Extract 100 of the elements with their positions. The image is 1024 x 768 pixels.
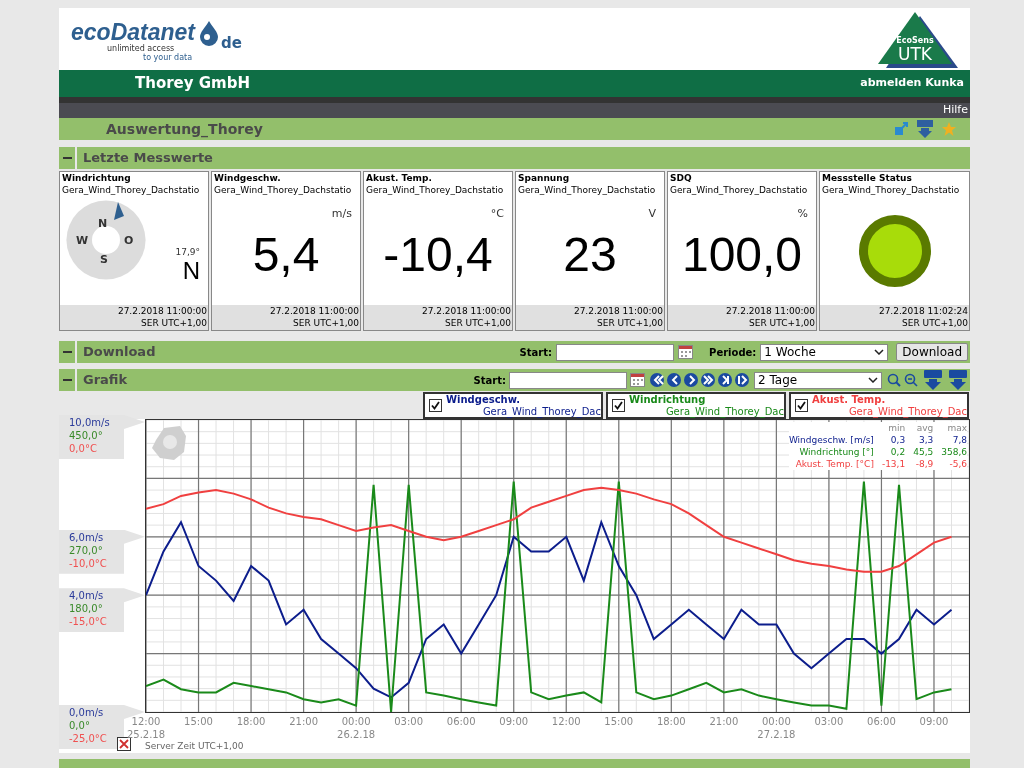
measurement-value: 23 <box>563 229 617 280</box>
start-date-field[interactable] <box>556 343 675 361</box>
checkbox[interactable] <box>612 399 625 412</box>
logo-text: ecoDatanet <box>71 20 195 44</box>
series-name: Windgeschw. <box>446 393 522 406</box>
download-button[interactable]: Download <box>896 343 968 361</box>
timestamp: 27.2.2018 11:00:00 <box>573 305 663 317</box>
timestamp: 27.2.2018 11:00:00 <box>725 305 815 317</box>
axis-label: 450,0° <box>69 429 103 442</box>
axis-label: -15,0°C <box>69 615 107 629</box>
axis-tick-label: 06:00 <box>446 716 476 728</box>
server-time-note: Server Zeit UTC+1,00 <box>145 741 244 751</box>
series-label: Windgeschw. [m/s] <box>788 434 874 446</box>
calendar-icon[interactable] <box>630 373 645 387</box>
timezone: SER UTC+1,00 <box>749 317 815 329</box>
range-dropdown[interactable]: 2 Tage <box>754 371 882 389</box>
station-name: Gera_Wind_Thorey_Dachstatio <box>669 184 809 196</box>
stat-value: 45,5 <box>913 446 934 458</box>
series-toggle[interactable]: Windgeschw. Gera_Wind_Thorey_Dac <box>423 392 603 419</box>
axis-tick-label: 18:00 <box>236 716 266 728</box>
axis-label: 6,0m/s <box>69 530 104 544</box>
play-icon[interactable] <box>684 373 698 387</box>
timestamp: 27.2.2018 11:00:00 <box>117 305 207 317</box>
skip-forward-icon[interactable] <box>718 373 732 387</box>
axis-tick-label: 00:00 <box>341 716 371 728</box>
degrees-value: 17,9° <box>175 246 200 259</box>
start-label: Start: <box>519 345 553 360</box>
axis-tick-label: 00:00 <box>761 716 791 728</box>
previous-icon[interactable] <box>667 373 681 387</box>
tile-title: Windrichtung <box>61 172 132 184</box>
axis-tick-label: 03:00 <box>814 716 844 728</box>
series-toggle[interactable]: Windrichtung Gera_Wind_Thorey_Dac <box>606 392 786 419</box>
help-link[interactable]: Hilfe <box>942 102 968 119</box>
compass-letter: S <box>100 252 108 268</box>
favorite-star-icon[interactable] <box>942 122 956 136</box>
axis-tick-label: 12:00 <box>131 716 161 728</box>
stat-value: -8,9 <box>914 458 934 470</box>
axis-label: 0,0° <box>69 719 90 732</box>
timezone: SER UTC+1,00 <box>597 317 663 329</box>
station-name: Gera_Wind_Thorey_Dachstatio <box>517 184 657 196</box>
station-name: Gera_Wind_Thorey_Dac <box>847 405 967 418</box>
column-header: min <box>887 422 906 434</box>
unit-label: % <box>797 206 808 222</box>
station-name: Gera_Wind_Thorey_Dachstatio <box>365 184 505 196</box>
station-name: Gera_Wind_Thorey_Dachstatio <box>213 184 353 196</box>
stat-value: -5,6 <box>948 458 967 470</box>
stat-value: 358,6 <box>941 446 967 458</box>
unit-label: V <box>648 206 656 222</box>
axis-tick-label: 09:00 <box>919 716 949 728</box>
stat-value: -13,1 <box>881 458 906 470</box>
zoom-in-icon[interactable] <box>887 373 901 387</box>
timezone: SER UTC+1,00 <box>445 317 511 329</box>
page-title: Auswertung_Thorey <box>106 119 263 140</box>
start-date-field[interactable] <box>509 371 627 389</box>
direction-value: N <box>182 258 200 284</box>
logout-link[interactable]: abmelden Kunka <box>860 75 964 92</box>
tile-title: SDQ <box>669 172 693 184</box>
checkbox[interactable] <box>795 399 808 412</box>
pdf-download-icon[interactable] <box>916 120 934 138</box>
axis-date-label: 27.2.18 <box>757 729 796 741</box>
unit-label: °C <box>490 206 504 222</box>
fast-forward-icon[interactable] <box>701 373 715 387</box>
skip-end-icon[interactable] <box>735 373 749 387</box>
drop-icon <box>199 20 219 46</box>
axis-tick-label: 18:00 <box>656 716 686 728</box>
logo-tagline: unlimited access <box>107 44 176 53</box>
checkbox[interactable] <box>429 399 442 412</box>
logo-text: UTK <box>898 45 932 63</box>
series-toggle[interactable]: Akust. Temp. Gera_Wind_Thorey_Dac <box>789 392 969 419</box>
axis-label: 270,0° <box>69 543 103 557</box>
section-title: Download <box>83 343 156 362</box>
chevron-down-icon <box>874 349 885 355</box>
zoom-out-icon[interactable] <box>904 373 918 387</box>
axis-tick-label: 09:00 <box>499 716 529 728</box>
column-header: avg <box>915 422 934 434</box>
compass-letter: N <box>98 216 108 232</box>
station-name: Gera_Wind_Thorey_Dachstatio <box>61 184 201 196</box>
rewind-icon[interactable] <box>650 373 664 387</box>
reset-zoom-icon[interactable] <box>117 737 131 751</box>
axis-label: 4,0m/s <box>69 589 104 603</box>
stat-value: 0,2 <box>889 446 906 458</box>
series-name: Akust. Temp. <box>812 393 887 406</box>
calendar-icon[interactable] <box>678 345 694 359</box>
png-export-icon[interactable] <box>923 370 943 390</box>
axis-tick-label: 06:00 <box>867 716 896 728</box>
tile-title: Messstelle Status <box>821 172 913 184</box>
timezone: SER UTC+1,00 <box>293 317 359 329</box>
tsv-export-icon[interactable] <box>948 370 968 390</box>
timestamp: 27.2.2018 11:02:24 <box>878 305 968 317</box>
stat-value: 7,8 <box>951 434 967 446</box>
compass-letter: O <box>124 233 134 249</box>
station-name: Gera_Wind_Thorey_Dac <box>664 405 784 418</box>
period-dropdown[interactable]: 1 Woche <box>760 343 889 361</box>
checkmark-icon <box>430 400 441 411</box>
logo-tagline: to your data <box>143 53 194 62</box>
axis-label: 180,0° <box>69 602 103 616</box>
axis-date-label: 25.2.18 <box>126 729 166 741</box>
tile-title: Spannung <box>517 172 571 184</box>
logo-domain: de <box>221 33 242 54</box>
axis-tick-label: 15:00 <box>184 716 213 728</box>
